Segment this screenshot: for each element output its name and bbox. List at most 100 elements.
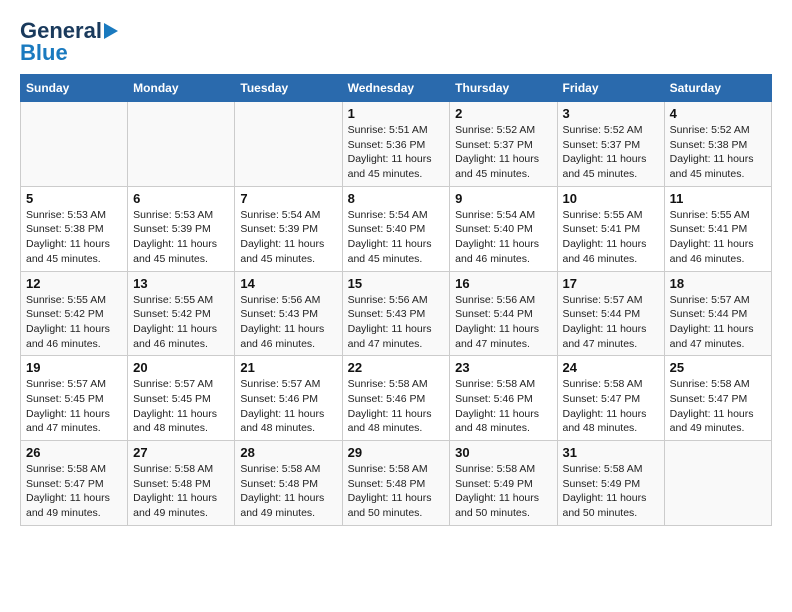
day-number: 1 <box>348 106 445 121</box>
day-number: 13 <box>133 276 229 291</box>
calendar-header-thursday: Thursday <box>450 75 557 102</box>
calendar-cell: 29 Sunrise: 5:58 AM Sunset: 5:48 PM Dayl… <box>342 441 450 526</box>
calendar-header-row: SundayMondayTuesdayWednesdayThursdayFrid… <box>21 75 772 102</box>
day-number: 22 <box>348 360 445 375</box>
calendar-cell: 5 Sunrise: 5:53 AM Sunset: 5:38 PM Dayli… <box>21 186 128 271</box>
calendar-week-3: 12 Sunrise: 5:55 AM Sunset: 5:42 PM Dayl… <box>21 271 772 356</box>
day-info: Sunrise: 5:58 AM Sunset: 5:46 PM Dayligh… <box>455 378 539 434</box>
calendar-cell: 27 Sunrise: 5:58 AM Sunset: 5:48 PM Dayl… <box>128 441 235 526</box>
day-number: 26 <box>26 445 122 460</box>
day-info: Sunrise: 5:54 AM Sunset: 5:40 PM Dayligh… <box>348 209 432 265</box>
day-number: 12 <box>26 276 122 291</box>
calendar-cell: 24 Sunrise: 5:58 AM Sunset: 5:47 PM Dayl… <box>557 356 664 441</box>
calendar-week-1: 1 Sunrise: 5:51 AM Sunset: 5:36 PM Dayli… <box>21 102 772 187</box>
calendar-header-tuesday: Tuesday <box>235 75 342 102</box>
day-info: Sunrise: 5:55 AM Sunset: 5:42 PM Dayligh… <box>26 294 110 350</box>
day-info: Sunrise: 5:58 AM Sunset: 5:46 PM Dayligh… <box>348 378 432 434</box>
logo-arrow-icon <box>104 23 118 39</box>
calendar-header-saturday: Saturday <box>664 75 771 102</box>
calendar-week-5: 26 Sunrise: 5:58 AM Sunset: 5:47 PM Dayl… <box>21 441 772 526</box>
day-number: 11 <box>670 191 766 206</box>
calendar-cell: 19 Sunrise: 5:57 AM Sunset: 5:45 PM Dayl… <box>21 356 128 441</box>
day-info: Sunrise: 5:53 AM Sunset: 5:38 PM Dayligh… <box>26 209 110 265</box>
day-number: 24 <box>563 360 659 375</box>
day-number: 27 <box>133 445 229 460</box>
day-info: Sunrise: 5:55 AM Sunset: 5:42 PM Dayligh… <box>133 294 217 350</box>
day-info: Sunrise: 5:58 AM Sunset: 5:48 PM Dayligh… <box>240 463 324 519</box>
calendar-cell: 3 Sunrise: 5:52 AM Sunset: 5:37 PM Dayli… <box>557 102 664 187</box>
calendar-table: SundayMondayTuesdayWednesdayThursdayFrid… <box>20 74 772 526</box>
day-number: 20 <box>133 360 229 375</box>
calendar-cell <box>128 102 235 187</box>
day-info: Sunrise: 5:58 AM Sunset: 5:49 PM Dayligh… <box>563 463 647 519</box>
day-info: Sunrise: 5:56 AM Sunset: 5:44 PM Dayligh… <box>455 294 539 350</box>
day-info: Sunrise: 5:58 AM Sunset: 5:49 PM Dayligh… <box>455 463 539 519</box>
day-info: Sunrise: 5:57 AM Sunset: 5:45 PM Dayligh… <box>133 378 217 434</box>
calendar-cell: 11 Sunrise: 5:55 AM Sunset: 5:41 PM Dayl… <box>664 186 771 271</box>
day-number: 19 <box>26 360 122 375</box>
calendar-cell: 25 Sunrise: 5:58 AM Sunset: 5:47 PM Dayl… <box>664 356 771 441</box>
day-number: 31 <box>563 445 659 460</box>
calendar-cell: 18 Sunrise: 5:57 AM Sunset: 5:44 PM Dayl… <box>664 271 771 356</box>
day-number: 4 <box>670 106 766 121</box>
day-info: Sunrise: 5:58 AM Sunset: 5:47 PM Dayligh… <box>563 378 647 434</box>
calendar-header-friday: Friday <box>557 75 664 102</box>
calendar-cell: 22 Sunrise: 5:58 AM Sunset: 5:46 PM Dayl… <box>342 356 450 441</box>
day-info: Sunrise: 5:53 AM Sunset: 5:39 PM Dayligh… <box>133 209 217 265</box>
day-number: 9 <box>455 191 551 206</box>
day-number: 30 <box>455 445 551 460</box>
calendar-cell: 21 Sunrise: 5:57 AM Sunset: 5:46 PM Dayl… <box>235 356 342 441</box>
calendar-cell: 15 Sunrise: 5:56 AM Sunset: 5:43 PM Dayl… <box>342 271 450 356</box>
calendar-cell: 20 Sunrise: 5:57 AM Sunset: 5:45 PM Dayl… <box>128 356 235 441</box>
day-info: Sunrise: 5:57 AM Sunset: 5:44 PM Dayligh… <box>670 294 754 350</box>
calendar-cell: 13 Sunrise: 5:55 AM Sunset: 5:42 PM Dayl… <box>128 271 235 356</box>
calendar-cell: 6 Sunrise: 5:53 AM Sunset: 5:39 PM Dayli… <box>128 186 235 271</box>
day-info: Sunrise: 5:57 AM Sunset: 5:44 PM Dayligh… <box>563 294 647 350</box>
calendar-cell <box>664 441 771 526</box>
day-info: Sunrise: 5:52 AM Sunset: 5:38 PM Dayligh… <box>670 124 754 180</box>
day-number: 5 <box>26 191 122 206</box>
calendar-cell: 31 Sunrise: 5:58 AM Sunset: 5:49 PM Dayl… <box>557 441 664 526</box>
day-number: 25 <box>670 360 766 375</box>
day-info: Sunrise: 5:54 AM Sunset: 5:40 PM Dayligh… <box>455 209 539 265</box>
day-number: 18 <box>670 276 766 291</box>
day-number: 21 <box>240 360 336 375</box>
calendar-cell: 4 Sunrise: 5:52 AM Sunset: 5:38 PM Dayli… <box>664 102 771 187</box>
day-number: 7 <box>240 191 336 206</box>
calendar-cell: 10 Sunrise: 5:55 AM Sunset: 5:41 PM Dayl… <box>557 186 664 271</box>
day-info: Sunrise: 5:58 AM Sunset: 5:48 PM Dayligh… <box>133 463 217 519</box>
day-info: Sunrise: 5:55 AM Sunset: 5:41 PM Dayligh… <box>563 209 647 265</box>
calendar-cell: 17 Sunrise: 5:57 AM Sunset: 5:44 PM Dayl… <box>557 271 664 356</box>
calendar-cell: 12 Sunrise: 5:55 AM Sunset: 5:42 PM Dayl… <box>21 271 128 356</box>
calendar-cell: 2 Sunrise: 5:52 AM Sunset: 5:37 PM Dayli… <box>450 102 557 187</box>
day-info: Sunrise: 5:56 AM Sunset: 5:43 PM Dayligh… <box>348 294 432 350</box>
calendar-cell: 23 Sunrise: 5:58 AM Sunset: 5:46 PM Dayl… <box>450 356 557 441</box>
calendar-cell: 14 Sunrise: 5:56 AM Sunset: 5:43 PM Dayl… <box>235 271 342 356</box>
calendar-week-4: 19 Sunrise: 5:57 AM Sunset: 5:45 PM Dayl… <box>21 356 772 441</box>
calendar-cell: 9 Sunrise: 5:54 AM Sunset: 5:40 PM Dayli… <box>450 186 557 271</box>
calendar-cell: 7 Sunrise: 5:54 AM Sunset: 5:39 PM Dayli… <box>235 186 342 271</box>
day-number: 3 <box>563 106 659 121</box>
calendar-cell: 30 Sunrise: 5:58 AM Sunset: 5:49 PM Dayl… <box>450 441 557 526</box>
day-info: Sunrise: 5:58 AM Sunset: 5:48 PM Dayligh… <box>348 463 432 519</box>
calendar-cell <box>235 102 342 187</box>
day-number: 29 <box>348 445 445 460</box>
day-number: 28 <box>240 445 336 460</box>
calendar-cell: 1 Sunrise: 5:51 AM Sunset: 5:36 PM Dayli… <box>342 102 450 187</box>
calendar-cell: 8 Sunrise: 5:54 AM Sunset: 5:40 PM Dayli… <box>342 186 450 271</box>
day-number: 8 <box>348 191 445 206</box>
logo: General Blue <box>20 20 118 64</box>
calendar-header-sunday: Sunday <box>21 75 128 102</box>
calendar-week-2: 5 Sunrise: 5:53 AM Sunset: 5:38 PM Dayli… <box>21 186 772 271</box>
day-number: 16 <box>455 276 551 291</box>
calendar-body: 1 Sunrise: 5:51 AM Sunset: 5:36 PM Dayli… <box>21 102 772 526</box>
day-number: 6 <box>133 191 229 206</box>
calendar-cell: 28 Sunrise: 5:58 AM Sunset: 5:48 PM Dayl… <box>235 441 342 526</box>
day-info: Sunrise: 5:54 AM Sunset: 5:39 PM Dayligh… <box>240 209 324 265</box>
logo-blue: Blue <box>20 42 68 64</box>
day-info: Sunrise: 5:57 AM Sunset: 5:46 PM Dayligh… <box>240 378 324 434</box>
day-info: Sunrise: 5:55 AM Sunset: 5:41 PM Dayligh… <box>670 209 754 265</box>
day-number: 2 <box>455 106 551 121</box>
logo-general: General <box>20 20 102 42</box>
calendar-header-wednesday: Wednesday <box>342 75 450 102</box>
